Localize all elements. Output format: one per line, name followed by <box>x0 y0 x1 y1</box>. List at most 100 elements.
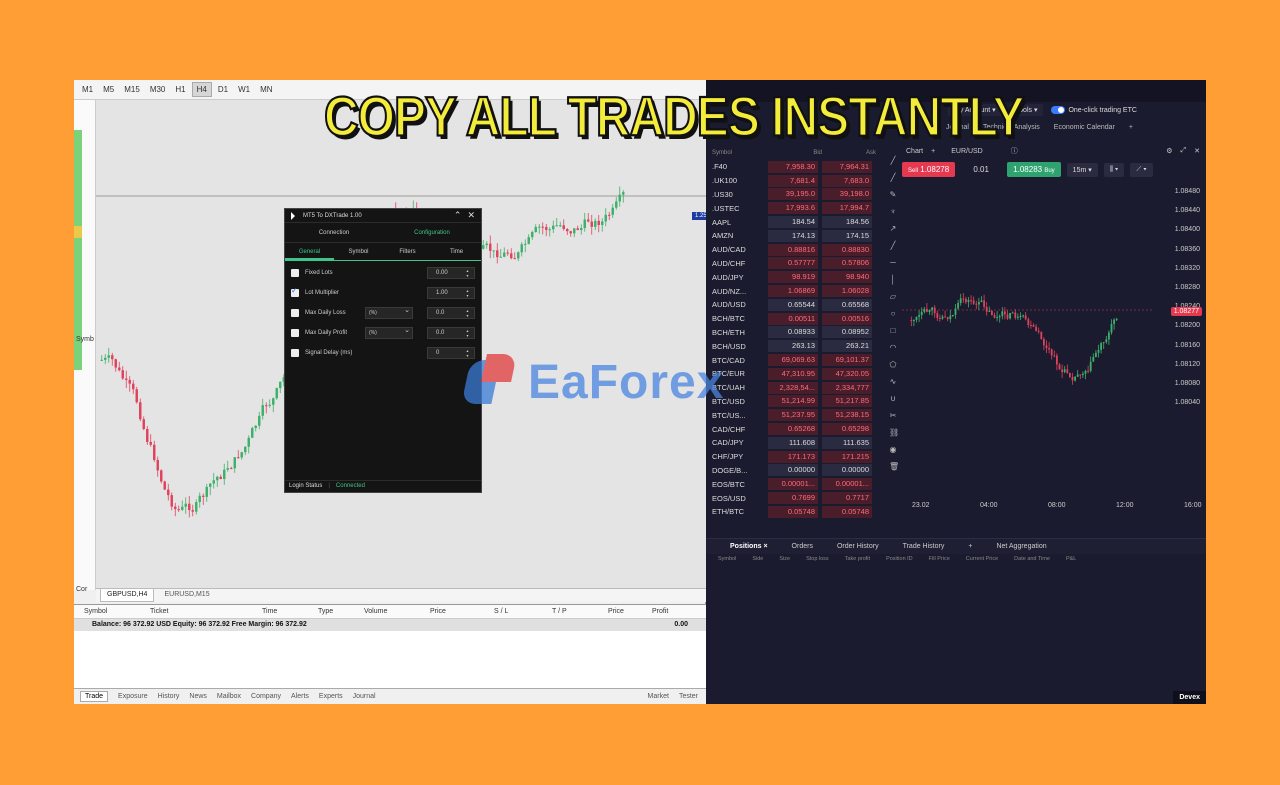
toolbox-tab-experts[interactable]: Experts <box>319 693 343 700</box>
timeframe-m15[interactable]: M15 <box>120 83 144 96</box>
rect-tool-icon[interactable]: □ <box>889 326 897 336</box>
watch-ask[interactable]: 51,238.15 <box>822 409 872 422</box>
watch-bid[interactable]: 17,993.6 <box>768 202 818 215</box>
trade-col-profit-9[interactable]: Profit <box>652 605 702 618</box>
watch-ask[interactable]: 17,994.7 <box>822 202 872 215</box>
watch-ask[interactable]: 0.88830 <box>822 243 872 256</box>
watch-bid[interactable]: 2,328,54... <box>768 381 818 394</box>
watch-bid[interactable]: 263.13 <box>768 340 818 353</box>
positions-tab-4[interactable]: + <box>968 543 972 550</box>
positions-tab-0[interactable]: Positions × <box>730 543 768 550</box>
toolbox-tab-alerts[interactable]: Alerts <box>291 693 309 700</box>
watch-bid[interactable]: 184.54 <box>768 216 818 229</box>
tab-connection[interactable]: Connection <box>285 223 383 242</box>
symbol-tab-gbpusd[interactable]: GBPUSD,H4 <box>100 589 155 602</box>
watchlist-row[interactable]: AUD/USD 0.65544 0.65568 <box>710 298 876 312</box>
arc-tool-icon[interactable]: ◠ <box>889 343 897 353</box>
setting-checkbox[interactable] <box>291 309 299 317</box>
trade-col-symbol-0[interactable]: Symbol <box>74 605 150 618</box>
dialog-titlebar[interactable]: MT5 To DXTrade 1.00 ⌃ ✕ <box>285 209 481 223</box>
tab-time[interactable]: Time <box>432 243 481 260</box>
timeframe-select[interactable]: 15m ▾ <box>1066 162 1098 177</box>
close-chart-icon[interactable]: ✕ <box>1194 147 1206 155</box>
watch-ask[interactable]: 0.65568 <box>822 298 872 311</box>
watch-bid[interactable]: 51,214.99 <box>768 395 818 408</box>
watch-ask[interactable]: 0.65298 <box>822 423 872 436</box>
watch-bid[interactable]: 39,195.0 <box>768 188 818 201</box>
positions-tab-3[interactable]: Trade History <box>903 543 945 550</box>
ray-tool-icon[interactable]: ╱ <box>889 173 897 183</box>
timeframe-h1[interactable]: H1 <box>171 83 189 96</box>
trade-col-tp-7[interactable]: T / P <box>552 605 608 618</box>
minimize-icon[interactable]: ⌃ <box>454 210 462 221</box>
setting-checkbox[interactable] <box>291 349 299 357</box>
watch-ask[interactable]: 7,683.0 <box>822 174 872 187</box>
watch-ask[interactable]: 0.00516 <box>822 312 872 325</box>
watch-ask[interactable]: 1.06028 <box>822 285 872 298</box>
circle-tool-icon[interactable]: ○ <box>889 309 897 319</box>
watchlist-row[interactable]: .USTEC 17,993.6 17,994.7 <box>710 201 876 215</box>
tab-general[interactable]: General <box>285 243 334 260</box>
watchlist-row[interactable]: BTC/EUR 47,310.95 47,320.05 <box>710 367 876 381</box>
watch-bid[interactable]: 0.65268 <box>768 423 818 436</box>
trade-col-time-2[interactable]: Time <box>262 605 318 618</box>
toolbox-tab-company[interactable]: Company <box>251 693 281 700</box>
watch-bid[interactable]: 0.57777 <box>768 257 818 270</box>
watchlist-row[interactable]: DOGE/B... 0.00000 0.00000 <box>710 464 876 478</box>
indicator-select[interactable]: ⟋ ▾ <box>1130 162 1153 177</box>
watchlist-row[interactable]: AAPL 184.54 184.56 <box>710 215 876 229</box>
channel-tool-icon[interactable]: ▱ <box>889 292 897 302</box>
watchlist-row[interactable]: AUD/CHF 0.57777 0.57806 <box>710 257 876 271</box>
trade-col-type-3[interactable]: Type <box>318 605 364 618</box>
setting-value-input[interactable]: 0.00 <box>427 267 475 279</box>
watch-bid[interactable]: 47,310.95 <box>768 367 818 380</box>
sell-button[interactable]: Sell 1.08278 <box>902 162 956 177</box>
toolbox-tester-button[interactable]: Tester <box>679 693 698 700</box>
toolbox-tab-trade[interactable]: Trade <box>80 691 109 702</box>
watchlist-row[interactable]: .US30 39,195.0 39,198.0 <box>710 188 876 202</box>
positions-tab-5[interactable]: Net Aggregation <box>996 543 1046 550</box>
watchlist-row[interactable]: AMZN 174.13 174.15 <box>710 229 876 243</box>
link-icon[interactable]: ⛓ <box>889 428 899 438</box>
setting-mode-select[interactable]: (%) <box>365 326 413 339</box>
toolbox-tab-journal[interactable]: Journal <box>353 693 376 700</box>
watch-ask[interactable]: 111.635 <box>822 436 872 449</box>
watch-ask[interactable]: 69,101.37 <box>822 354 872 367</box>
watch-bid[interactable]: 51,237.95 <box>768 409 818 422</box>
lot-input[interactable]: 0.01 <box>961 165 1001 174</box>
tab-configuration[interactable]: Configuration <box>383 223 481 242</box>
watch-ask[interactable]: 47,320.05 <box>822 367 872 380</box>
watch-ask[interactable]: 0.7717 <box>822 492 872 505</box>
close-icon[interactable]: ✕ <box>467 210 475 221</box>
watch-ask[interactable]: 51,217.85 <box>822 395 872 408</box>
setting-mode-select[interactable]: (%) <box>365 306 413 319</box>
toolbox-market-button[interactable]: Market <box>648 693 669 700</box>
watchlist-row[interactable]: BTC/CAD 69,069.63 69,101.37 <box>710 353 876 367</box>
watchlist-row[interactable]: .F40 7,958.30 7,964.31 <box>710 160 876 174</box>
watchlist-row[interactable]: AUD/CAD 0.88816 0.88830 <box>710 243 876 257</box>
watchlist-row[interactable]: BTC/USD 51,214.99 51,217.85 <box>710 395 876 409</box>
pencil-tool-icon[interactable]: ✎ <box>889 190 897 200</box>
polygon-tool-icon[interactable]: ⬠ <box>889 360 897 370</box>
watchlist-row[interactable]: .UK100 7,681.4 7,683.0 <box>710 174 876 188</box>
watchlist-row[interactable]: BCH/ETH 0.08933 0.08952 <box>710 326 876 340</box>
setting-checkbox[interactable] <box>291 329 299 337</box>
watch-ask[interactable]: 174.15 <box>822 229 872 242</box>
trade-col-volume-4[interactable]: Volume <box>364 605 430 618</box>
watch-bid[interactable]: 0.00000 <box>768 464 818 477</box>
watch-bid[interactable]: 0.05748 <box>768 505 818 518</box>
watch-bid[interactable]: 0.08933 <box>768 326 818 339</box>
watch-ask[interactable]: 39,198.0 <box>822 188 872 201</box>
watchlist-row[interactable]: BCH/BTC 0.00511 0.00516 <box>710 312 876 326</box>
balance-row[interactable]: Balance: 96 372.92 USD Equity: 96 372.92… <box>74 619 706 631</box>
timeframe-m5[interactable]: M5 <box>99 83 118 96</box>
watch-bid[interactable]: 1.06869 <box>768 285 818 298</box>
measure-icon[interactable]: ✂ <box>889 411 897 421</box>
arrow-tool-icon[interactable]: ↗ <box>889 224 897 234</box>
watch-ask[interactable]: 263.21 <box>822 340 872 353</box>
expand-icon[interactable]: ⤢ <box>1181 147 1187 155</box>
tab-filters[interactable]: Filters <box>383 243 432 260</box>
dx-tab-economiccalendar[interactable]: Economic Calendar <box>1054 124 1115 131</box>
watch-ask[interactable]: 171.215 <box>822 450 872 463</box>
buy-button[interactable]: 1.08283 Buy <box>1007 162 1061 177</box>
